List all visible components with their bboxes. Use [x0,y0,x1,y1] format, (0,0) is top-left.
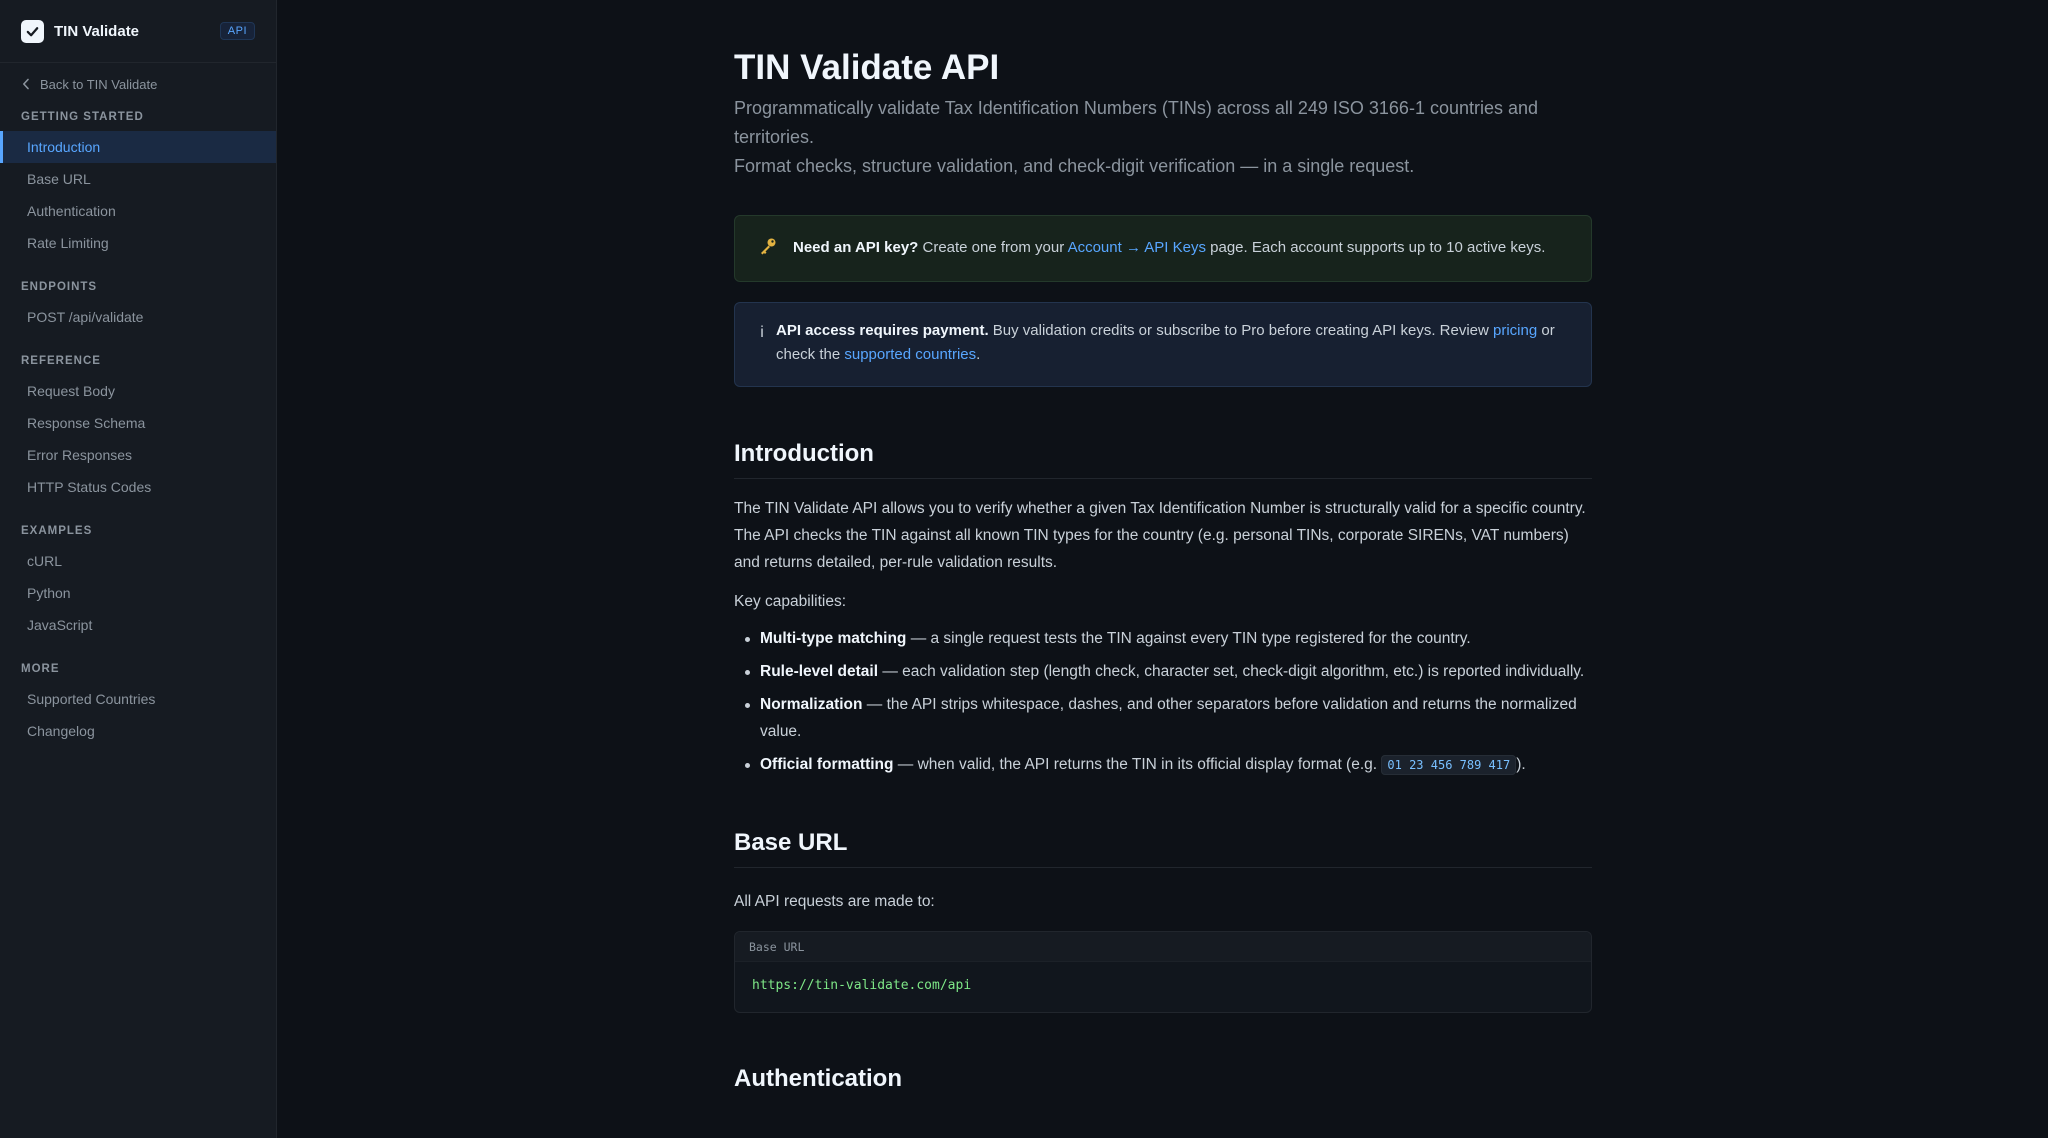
main-content: TIN Validate API Programmatically valida… [734,0,1592,1103]
sidebar-item-changelog[interactable]: Changelog [0,715,276,747]
sidebar-item-rate-limiting[interactable]: Rate Limiting [0,227,276,259]
section-heading-base-url: Base URL [734,829,1592,868]
list-item-text: — when valid, the API returns the TIN in… [893,756,1382,773]
payment-info-callout: i API access requires payment. Buy valid… [734,302,1592,387]
intro-paragraph: The TIN Validate API allows you to verif… [734,500,1586,571]
pricing-link[interactable]: pricing [1493,322,1537,339]
capabilities-list: Multi-type matching — a single request t… [734,625,1592,779]
list-item-bold: Normalization [760,696,863,713]
inline-code: 01 23 456 789 417 [1381,755,1517,775]
list-item-text: — the API strips whitespace, dashes, and… [760,696,1577,740]
api-key-callout: Need an API key? Create one from your Ac… [734,215,1592,282]
nav-heading: MORE [21,663,60,675]
account-api-keys-link[interactable]: Account → API Keys [1068,239,1206,256]
sidebar-item-post-validate[interactable]: POST /api/validate [0,301,276,333]
section-heading-introduction: Introduction [734,440,1592,479]
page-lead: Programmatically validate Tax Identifica… [734,94,1592,181]
list-item: Rule-level detail — each validation step… [734,658,1592,685]
list-item: Normalization — the API strips whitespac… [734,691,1592,745]
api-key-callout-text: Need an API key? Create one from your Ac… [793,236,1545,260]
list-item-text: — a single request tests the TIN against… [906,630,1471,647]
sidebar: TIN Validate API Back to TIN Validate GE… [0,0,277,1138]
list-item: Multi-type matching — a single request t… [734,625,1592,652]
sidebar-brand[interactable]: TIN Validate API [0,0,276,63]
base-url-code-block: Base URL https://tin-validate.com/api [734,931,1592,1013]
callout-text: Create one from your [918,239,1068,256]
list-item-text: — each validation step (length check, ch… [878,663,1585,680]
nav-section-endpoints: ENDPOINTS POST /api/validate [0,277,276,333]
sidebar-item-javascript[interactable]: JavaScript [0,609,276,641]
base-url-paragraph: All API requests are made to: [734,893,935,910]
nav-section-examples: EXAMPLES cURL Python JavaScript [0,521,276,641]
back-link-label: Back to TIN Validate [40,76,158,92]
api-badge: API [219,22,255,40]
back-link[interactable]: Back to TIN Validate [0,63,276,105]
lead-line-2: Format checks, structure validation, and… [734,156,1415,176]
supported-countries-link[interactable]: supported countries [844,346,976,363]
callout-text: page. Each account supports up to 10 act… [1205,239,1546,256]
sidebar-item-authentication[interactable]: Authentication [0,195,276,227]
list-item: Official formatting — when valid, the AP… [734,751,1592,779]
info-icon: i [760,324,764,341]
key-icon [757,236,779,256]
base-url-code[interactable]: https://tin-validate.com/api [735,962,1591,1012]
nav-section-getting-started: GETTING STARTED Introduction Base URL Au… [0,107,276,259]
list-item-bold: Official formatting [760,756,894,773]
nav-heading: GETTING STARTED [21,111,144,123]
sidebar-item-base-url[interactable]: Base URL [0,163,276,195]
chevron-left-icon [23,78,29,90]
payment-info-callout-text: API access requires payment. Buy validat… [776,319,1571,367]
list-item-bold: Rule-level detail [760,663,879,680]
nav-heading: EXAMPLES [21,525,93,537]
sidebar-item-curl[interactable]: cURL [0,545,276,577]
section-heading-authentication: Authentication [734,1065,902,1092]
nav-heading: REFERENCE [21,355,101,367]
list-item-text: ). [1516,756,1526,773]
code-block-label: Base URL [735,932,1591,962]
callout-bold: API access requires payment. [776,322,989,339]
brand-name: TIN Validate [54,22,140,40]
sidebar-item-http-status-codes[interactable]: HTTP Status Codes [0,471,276,503]
list-item-bold: Multi-type matching [760,630,907,647]
sidebar-item-error-responses[interactable]: Error Responses [0,439,276,471]
nav-heading: ENDPOINTS [21,281,98,293]
sidebar-item-supported-countries[interactable]: Supported Countries [0,683,276,715]
page-title: TIN Validate API [734,48,1000,87]
callout-text: . [976,346,981,363]
checkbox-logo-icon [21,19,44,43]
sidebar-item-response-schema[interactable]: Response Schema [0,407,276,439]
lead-line-1: Programmatically validate Tax Identifica… [734,98,1539,147]
key-capabilities-label: Key capabilities: [734,593,847,610]
callout-bold: Need an API key? [793,239,919,256]
sidebar-item-python[interactable]: Python [0,577,276,609]
sidebar-item-request-body[interactable]: Request Body [0,375,276,407]
sidebar-item-introduction[interactable]: Introduction [0,131,276,163]
callout-text: Buy validation credits or subscribe to P… [988,322,1494,339]
nav-section-reference: REFERENCE Request Body Response Schema E… [0,351,276,503]
nav-section-more: MORE Supported Countries Changelog [0,659,276,747]
